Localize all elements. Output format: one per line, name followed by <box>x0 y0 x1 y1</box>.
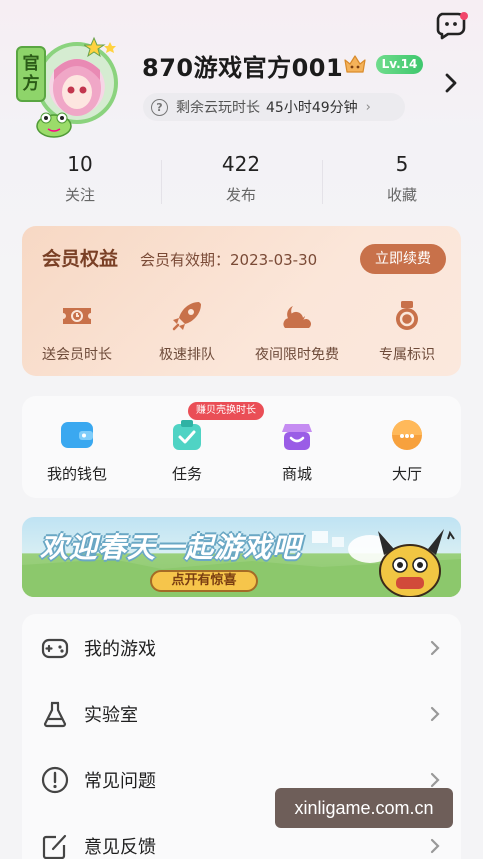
vip-expiry: 会员有效期：2023-03-30 <box>140 251 318 269</box>
menu-item-my-games[interactable]: 我的游戏 <box>22 615 461 681</box>
menu-item-lab[interactable]: 实验室 <box>22 681 461 747</box>
cloud-time-label: 剩余云玩时长 <box>176 100 260 116</box>
chevron-right-icon <box>429 639 441 657</box>
stat-favorites[interactable]: 5 收藏 <box>322 152 482 205</box>
gamepad-icon <box>40 633 70 663</box>
vip-item-night-free[interactable]: 夜间限时免费 <box>242 298 352 364</box>
question-icon: ? <box>151 98 168 116</box>
edit-icon <box>40 831 70 859</box>
shop-icon <box>279 418 315 452</box>
tool-lobby[interactable]: 大厅 <box>352 418 462 484</box>
vip-item-label: 夜间限时免费 <box>255 347 339 363</box>
tool-label: 大厅 <box>391 465 422 483</box>
menu-item-label: 我的游戏 <box>84 639 156 660</box>
notification-dot <box>460 12 468 20</box>
tool-label: 商城 <box>281 465 312 483</box>
menu-item-label: 意见反馈 <box>84 837 156 858</box>
tool-shop[interactable]: 商城 <box>242 418 352 484</box>
username: 870游戏官方001 <box>142 54 344 82</box>
medal-icon <box>389 298 425 334</box>
cloud-moon-icon <box>279 298 315 334</box>
tool-label: 任务 <box>171 465 202 483</box>
mascot-icon <box>336 519 460 598</box>
chevron-right-icon <box>429 837 441 855</box>
ticket-icon <box>59 298 95 334</box>
stat-label: 收藏 <box>386 186 417 204</box>
vip-item-label: 送会员时长 <box>42 347 112 363</box>
stat-value: 5 <box>395 152 409 176</box>
tool-task[interactable]: 任务 <box>132 418 242 484</box>
vip-title: 会员权益 <box>42 248 119 270</box>
lobby-icon <box>389 418 425 452</box>
banner-title: 欢迎春天一起游戏吧 <box>40 531 302 564</box>
cloud-time-value: 45小时49分钟 <box>266 100 358 116</box>
vip-item-exclusive-badge[interactable]: 专属标识 <box>352 298 462 364</box>
info-icon <box>40 765 70 795</box>
stat-label: 关注 <box>64 186 95 204</box>
wallet-icon <box>59 418 95 452</box>
vip-item-gift-time[interactable]: 送会员时长 <box>22 298 132 364</box>
flask-icon <box>40 699 70 729</box>
level-badge: Lv.14 <box>376 55 423 74</box>
banner-cta-button[interactable]: 点开有惊喜 <box>150 570 258 592</box>
stat-posts[interactable]: 422 发布 <box>161 152 321 205</box>
star-decoration-icon <box>82 36 118 64</box>
menu-item-label: 实验室 <box>84 705 138 726</box>
watermark: xinligame.com.cn <box>275 788 453 828</box>
chevron-right-icon <box>429 771 441 789</box>
rocket-icon <box>169 298 205 334</box>
stat-value: 422 <box>221 152 261 176</box>
frog-mascot-icon <box>34 108 74 142</box>
renew-button[interactable]: 立即续费 <box>360 244 446 274</box>
official-badge: 官 方 <box>16 46 46 102</box>
chevron-right-icon <box>429 705 441 723</box>
tool-label: 我的钱包 <box>46 465 107 483</box>
stat-following[interactable]: 10 关注 <box>0 152 160 205</box>
task-icon <box>169 418 205 452</box>
crown-icon <box>342 52 368 76</box>
chevron-right-icon: › <box>365 99 371 115</box>
tool-wallet[interactable]: 我的钱包 <box>22 418 132 484</box>
vip-item-fast-queue[interactable]: 极速排队 <box>132 298 242 364</box>
stat-value: 10 <box>67 152 93 176</box>
vip-item-label: 专属标识 <box>379 347 435 363</box>
cloud-time-pill[interactable]: ? 剩余云玩时长 45小时49分钟 › <box>143 93 405 121</box>
stat-label: 发布 <box>225 186 256 204</box>
vip-item-label: 极速排队 <box>159 347 215 363</box>
chevron-right-icon[interactable] <box>443 72 459 94</box>
